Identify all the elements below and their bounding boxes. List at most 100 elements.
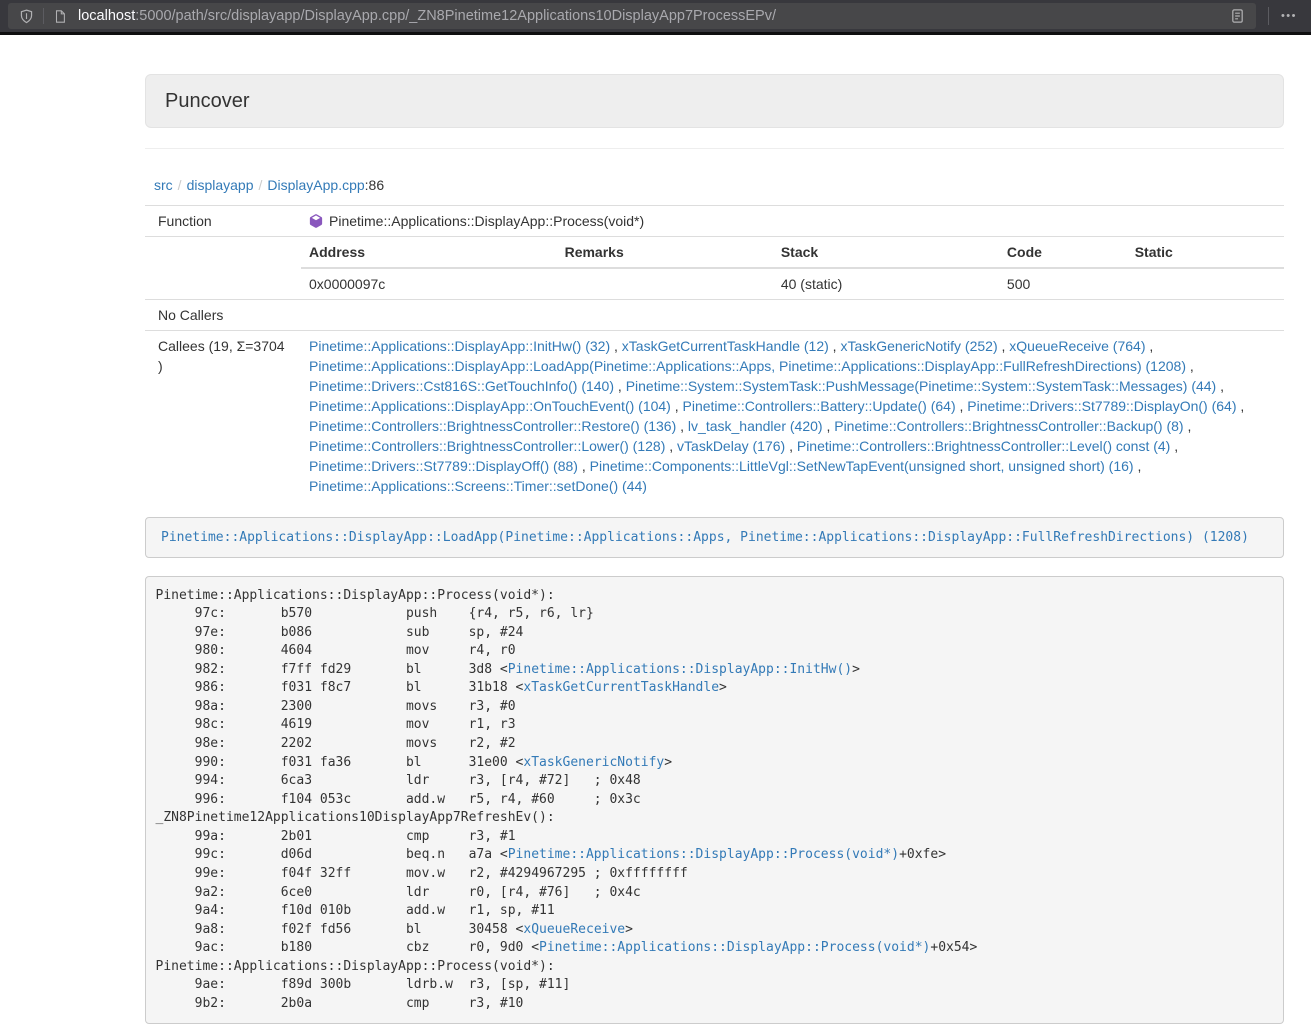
col-code: Code (999, 237, 1127, 268)
callees-line: Pinetime::Controllers::BrightnessControl… (309, 436, 1276, 456)
callee-link[interactable]: Pinetime::Controllers::BrightnessControl… (309, 438, 665, 454)
asm-symbol-link[interactable]: Pinetime::Applications::DisplayApp::Init… (508, 662, 852, 677)
asm-symbol-link[interactable]: xQueueReceive (523, 922, 625, 937)
callee-link[interactable]: Pinetime::System::SystemTask::PushMessag… (626, 378, 1217, 394)
callee-separator: , (785, 438, 797, 454)
reader-mode-icon[interactable] (1225, 8, 1250, 24)
no-callers-row: No Callers (145, 300, 1284, 331)
page-title: Puncover (165, 90, 250, 112)
stack-value: 40 (static) (773, 268, 999, 299)
asm-symbol-link[interactable]: xTaskGenericNotify (523, 755, 664, 770)
callee-separator: , (956, 398, 968, 414)
asm-symbol-link[interactable]: xTaskGetCurrentTaskHandle (523, 680, 719, 695)
highlighted-callee-panel: Pinetime::Applications::DisplayApp::Load… (145, 517, 1284, 558)
callee-separator: , (671, 398, 683, 414)
function-row: Function Pinetime::Applications::Display… (145, 206, 1284, 237)
shield-icon[interactable] (14, 9, 39, 24)
url-text[interactable]: localhost:5000/path/src/displayapp/Displ… (78, 3, 1225, 29)
callees-line: Pinetime::Applications::DisplayApp::Load… (309, 356, 1276, 376)
stats-header-row: Address Remarks Stack Code Static (301, 237, 1284, 268)
callee-link[interactable]: Pinetime::Drivers::Cst816S::GetTouchInfo… (309, 378, 614, 394)
callee-separator: , (610, 338, 622, 354)
callee-link[interactable]: Pinetime::Drivers::St7789::DisplayOff() … (309, 458, 578, 474)
breadcrumb-link-file[interactable]: DisplayApp.cpp (267, 177, 364, 193)
asm-symbol-link[interactable]: Pinetime::Applications::DisplayApp::Proc… (539, 940, 930, 955)
function-stats-row: Address Remarks Stack Code Static 0x0000… (145, 237, 1284, 300)
callee-link[interactable]: Pinetime::Controllers::BrightnessControl… (834, 418, 1183, 434)
callee-separator: , (1170, 438, 1178, 454)
callee-link[interactable]: xTaskGetCurrentTaskHandle (12) (622, 338, 829, 354)
callee-link[interactable]: Pinetime::Drivers::St7789::DisplayOn() (… (967, 398, 1236, 414)
page-icon[interactable] (48, 9, 72, 24)
page-content: Puncover src/displayapp/DisplayApp.cpp:8… (145, 74, 1284, 1024)
callee-separator: , (1145, 338, 1153, 354)
callee-link[interactable]: vTaskDelay (176) (677, 438, 785, 454)
asm-symbol-link[interactable]: Pinetime::Applications::DisplayApp::Proc… (508, 847, 899, 862)
code-value: 500 (999, 268, 1127, 299)
breadcrumb-link-displayapp[interactable]: displayapp (187, 177, 254, 193)
callees-label: Callees (19, Σ=3704 ) (145, 331, 301, 502)
callee-separator: , (829, 338, 841, 354)
callees-row: Callees (19, Σ=3704 ) Pinetime::Applicat… (145, 331, 1284, 502)
callees-line: Pinetime::Applications::DisplayApp::Init… (309, 336, 1276, 356)
remarks-value (557, 268, 773, 299)
callee-link[interactable]: Pinetime::Applications::Screens::Timer::… (309, 478, 647, 494)
callees-line: Pinetime::Drivers::St7789::DisplayOff() … (309, 456, 1276, 476)
url-host: localhost (78, 8, 135, 24)
callee-link[interactable]: xTaskGenericNotify (252) (840, 338, 997, 354)
highlighted-callee-link[interactable]: Pinetime::Applications::DisplayApp::Load… (161, 530, 1249, 545)
callee-separator: , (823, 418, 835, 434)
divider (145, 148, 1284, 149)
callee-separator: , (1237, 398, 1245, 414)
breadcrumb-link-src[interactable]: src (154, 177, 173, 193)
urlbar-separator (43, 8, 44, 24)
function-stats-table: Address Remarks Stack Code Static 0x0000… (301, 237, 1284, 299)
callee-link[interactable]: Pinetime::Controllers::Battery::Update()… (683, 398, 956, 414)
callees-list: Pinetime::Applications::DisplayApp::Init… (301, 331, 1284, 502)
callees-line: Pinetime::Applications::Screens::Timer::… (309, 476, 1276, 496)
callee-link[interactable]: xQueueReceive (764) (1009, 338, 1145, 354)
callee-link[interactable]: Pinetime::Applications::DisplayApp::OnTo… (309, 398, 671, 414)
callee-link[interactable]: Pinetime::Controllers::BrightnessControl… (797, 438, 1170, 454)
callee-separator: , (578, 458, 590, 474)
breadcrumb: src/displayapp/DisplayApp.cpp:86 (154, 175, 1284, 195)
callee-separator: , (676, 418, 688, 434)
breadcrumb-separator: / (173, 177, 187, 193)
disassembly: Pinetime::Applications::DisplayApp::Proc… (145, 576, 1284, 1024)
callee-link[interactable]: Pinetime::Components::LittleVgl::SetNewT… (590, 458, 1134, 474)
address-value: 0x0000097c (301, 268, 557, 299)
callee-link[interactable]: Pinetime::Applications::DisplayApp::Load… (309, 358, 1186, 374)
callee-separator: , (998, 338, 1010, 354)
symbol-cube-icon (309, 214, 323, 228)
col-static: Static (1127, 237, 1284, 268)
function-info-table: Function Pinetime::Applications::Display… (145, 205, 1284, 501)
breadcrumb-line-number: :86 (365, 177, 384, 193)
col-remarks: Remarks (557, 237, 773, 268)
callee-separator: , (665, 438, 677, 454)
brand-panel: Puncover (145, 74, 1284, 128)
breadcrumb-separator: / (254, 177, 268, 193)
function-name: Pinetime::Applications::DisplayApp::Proc… (329, 213, 644, 229)
no-callers-label: No Callers (145, 300, 301, 331)
address-bar[interactable]: localhost:5000/path/src/displayapp/Displ… (8, 3, 1256, 29)
callee-separator: , (1134, 458, 1142, 474)
callee-separator: , (1216, 378, 1224, 394)
callee-separator: , (1184, 418, 1192, 434)
callee-link[interactable]: Pinetime::Applications::DisplayApp::Init… (309, 338, 610, 354)
browser-toolbar: localhost:5000/path/src/displayapp/Displ… (0, 0, 1311, 35)
function-label: Function (145, 206, 301, 237)
callee-separator: , (1186, 358, 1194, 374)
callees-line: Pinetime::Applications::DisplayApp::OnTo… (309, 396, 1276, 416)
callees-line: Pinetime::Controllers::BrightnessControl… (309, 416, 1276, 436)
url-path: :5000/path/src/displayapp/DisplayApp.cpp… (135, 8, 776, 24)
callee-link[interactable]: Pinetime::Controllers::BrightnessControl… (309, 418, 676, 434)
stats-value-row: 0x0000097c 40 (static) 500 (301, 268, 1284, 299)
col-address: Address (301, 237, 557, 268)
callee-separator: , (614, 378, 626, 394)
col-stack: Stack (773, 237, 999, 268)
static-value (1127, 268, 1284, 299)
toolbar-separator (1268, 7, 1269, 25)
callees-line: Pinetime::Drivers::Cst816S::GetTouchInfo… (309, 376, 1276, 396)
callee-link[interactable]: lv_task_handler (420) (688, 418, 823, 434)
meatball-menu-icon[interactable]: ••• (1275, 3, 1303, 29)
